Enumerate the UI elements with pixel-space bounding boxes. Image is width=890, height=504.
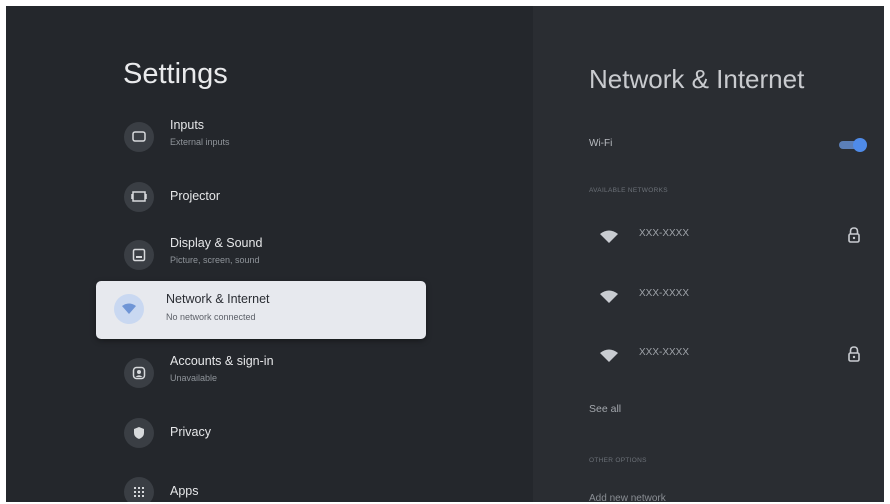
available-networks-label: AVAILABLE NETWORKS bbox=[589, 187, 668, 194]
apps-grid-icon bbox=[124, 477, 154, 502]
menu-item-label: Privacy bbox=[170, 425, 211, 439]
toggle-knob bbox=[853, 138, 867, 152]
wifi-label: Wi-Fi bbox=[589, 138, 613, 149]
menu-item-network-internet[interactable]: Network & Internet No network connected bbox=[96, 281, 426, 339]
page-title: Settings bbox=[123, 58, 228, 90]
account-icon bbox=[124, 358, 154, 388]
settings-panel: Settings Inputs External inputs Projecto… bbox=[6, 6, 533, 502]
menu-item-accounts[interactable]: Accounts & sign-in Unavailable bbox=[114, 346, 414, 400]
lock-icon bbox=[847, 226, 861, 249]
network-name: XXX-XXXX bbox=[639, 347, 690, 358]
add-network-button[interactable]: Add new network bbox=[589, 493, 666, 502]
panel-title: Network & Internet bbox=[589, 64, 805, 94]
network-name: XXX-XXXX bbox=[639, 288, 690, 299]
menu-item-label: Display & Sound bbox=[170, 236, 263, 250]
menu-item-privacy[interactable]: Privacy bbox=[114, 406, 414, 460]
menu-item-sublabel: No network connected bbox=[166, 312, 256, 322]
network-name: XXX-XXXX bbox=[639, 228, 690, 239]
menu-item-label: Apps bbox=[170, 484, 199, 498]
menu-item-label: Projector bbox=[170, 189, 221, 203]
menu-item-sublabel: Picture, screen, sound bbox=[170, 255, 260, 265]
menu-item-label: Inputs bbox=[170, 118, 205, 132]
menu-item-sublabel: Unavailable bbox=[170, 373, 218, 383]
menu-item-label: Accounts & sign-in bbox=[170, 354, 274, 368]
input-icon bbox=[124, 122, 154, 152]
tv-screen: Settings Inputs External inputs Projecto… bbox=[6, 6, 884, 502]
menu-item-sublabel: External inputs bbox=[170, 137, 230, 147]
other-options-label: OTHER OPTIONS bbox=[589, 457, 647, 464]
wifi-signal-icon bbox=[599, 290, 619, 309]
menu-item-label: Network & Internet bbox=[166, 292, 270, 306]
wifi-icon bbox=[114, 294, 144, 324]
projector-icon bbox=[124, 182, 154, 212]
network-item[interactable]: XXX-XXXX bbox=[589, 218, 867, 258]
network-panel: Network & Internet Wi-Fi AVAILABLE NETWO… bbox=[533, 6, 884, 502]
shield-icon bbox=[124, 418, 154, 448]
menu-item-inputs[interactable]: Inputs External inputs bbox=[114, 110, 414, 164]
wifi-signal-icon bbox=[599, 230, 619, 249]
display-icon bbox=[124, 240, 154, 270]
menu-item-display-sound[interactable]: Display & Sound Picture, screen, sound bbox=[114, 228, 414, 282]
see-all-link[interactable]: See all bbox=[589, 403, 621, 415]
wifi-toggle-row[interactable]: Wi-Fi bbox=[589, 134, 867, 160]
wifi-toggle[interactable] bbox=[837, 138, 867, 152]
menu-item-projector[interactable]: Projector bbox=[114, 170, 414, 224]
network-item[interactable]: XXX-XXXX bbox=[589, 337, 867, 377]
menu-item-apps[interactable]: Apps bbox=[114, 465, 414, 502]
wifi-signal-icon bbox=[599, 349, 619, 368]
lock-icon bbox=[847, 345, 861, 368]
network-item[interactable]: XXX-XXXX bbox=[589, 278, 867, 318]
